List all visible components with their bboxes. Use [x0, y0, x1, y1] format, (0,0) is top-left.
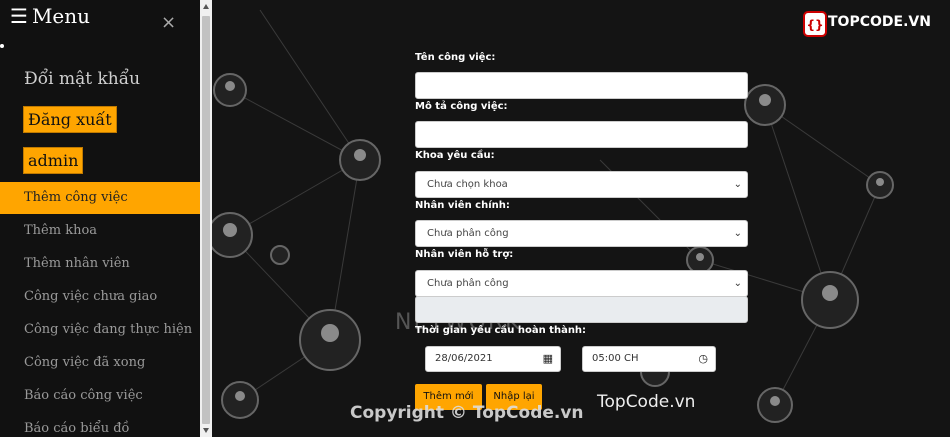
sidebar-item-add-department[interactable]: Thêm khoa [0, 215, 200, 247]
close-icon[interactable]: × [161, 14, 176, 32]
support-staff-list-box[interactable] [415, 296, 748, 323]
department-label: Khoa yêu cầu: [415, 150, 495, 161]
calendar-icon[interactable]: ▦ [543, 347, 553, 371]
scroll-thumb[interactable] [202, 16, 210, 424]
bullet-dot [0, 44, 4, 48]
main-staff-label: Nhân viên chính: [415, 200, 510, 211]
scroll-down-arrow-icon[interactable] [203, 428, 209, 433]
chevron-down-icon: ⌄ [733, 179, 742, 190]
task-name-input[interactable] [415, 72, 748, 99]
sidebar-item-chart-report[interactable]: Báo cáo biểu đồ [0, 413, 200, 437]
sidebar-item-done-tasks[interactable]: Công việc đã xong [0, 347, 200, 379]
support-staff-label: Nhân viên hỗ trợ: [415, 249, 514, 260]
department-select[interactable]: Chưa chọn khoa ⌄ [415, 171, 748, 198]
sidebar-item-unassigned-tasks[interactable]: Công việc chưa giao [0, 281, 200, 313]
scroll-up-arrow-icon[interactable] [203, 4, 209, 9]
deadline-time-input[interactable]: 05:00 CH ◷ [582, 346, 716, 372]
sidebar-item-in-progress-tasks[interactable]: Công việc đang thực hiện [0, 314, 200, 346]
sidebar: ☰ Menu × Đổi mật khẩu Đăng xuất admin Thê… [0, 0, 200, 437]
topcode-logo-text: TOPCODE.VN [828, 14, 931, 30]
department-select-value: Chưa chọn khoa [427, 179, 508, 190]
watermark-copyright: Copyright © TopCode.vn [350, 403, 584, 423]
deadline-time-value: 05:00 CH [592, 353, 639, 364]
deadline-date-input[interactable]: 28/06/2021 ▦ [425, 346, 561, 372]
deadline-date-value: 28/06/2021 [435, 353, 493, 364]
task-description-input[interactable] [415, 121, 748, 148]
chevron-down-icon: ⌄ [733, 228, 742, 239]
change-password-link[interactable]: Đổi mật khẩu [24, 69, 140, 89]
sidebar-item-task-report[interactable]: Báo cáo công việc [0, 380, 200, 412]
deadline-label: Thời gian yêu cầu hoàn thành: [415, 325, 587, 336]
logout-button[interactable]: Đăng xuất [23, 106, 117, 133]
sidebar-item-add-task[interactable]: Thêm công việc [0, 182, 200, 214]
chevron-down-icon: ⌄ [733, 278, 742, 289]
topcode-logo-icon: {} [803, 11, 827, 37]
menu-title: Menu [31, 4, 91, 28]
support-staff-select[interactable]: Chưa phân công ⌄ [415, 270, 748, 297]
support-staff-select-value: Chưa phân công [427, 278, 509, 289]
sidebar-item-add-staff[interactable]: Thêm nhân viên [0, 248, 200, 280]
watermark-site: TopCode.vn [597, 392, 696, 412]
task-description-label: Mô tả công việc: [415, 101, 508, 112]
clock-icon[interactable]: ◷ [698, 347, 708, 371]
main-staff-select[interactable]: Chưa phân công ⌄ [415, 220, 748, 247]
sidebar-scrollbar[interactable] [200, 0, 212, 437]
user-admin-button[interactable]: admin [23, 147, 84, 174]
hamburger-icon[interactable]: ☰ [10, 4, 28, 28]
task-name-label: Tên công việc: [415, 52, 496, 63]
svg-text:{}: {} [806, 18, 823, 32]
menu-header: ☰ Menu [10, 4, 90, 28]
main-staff-select-value: Chưa phân công [427, 228, 509, 239]
